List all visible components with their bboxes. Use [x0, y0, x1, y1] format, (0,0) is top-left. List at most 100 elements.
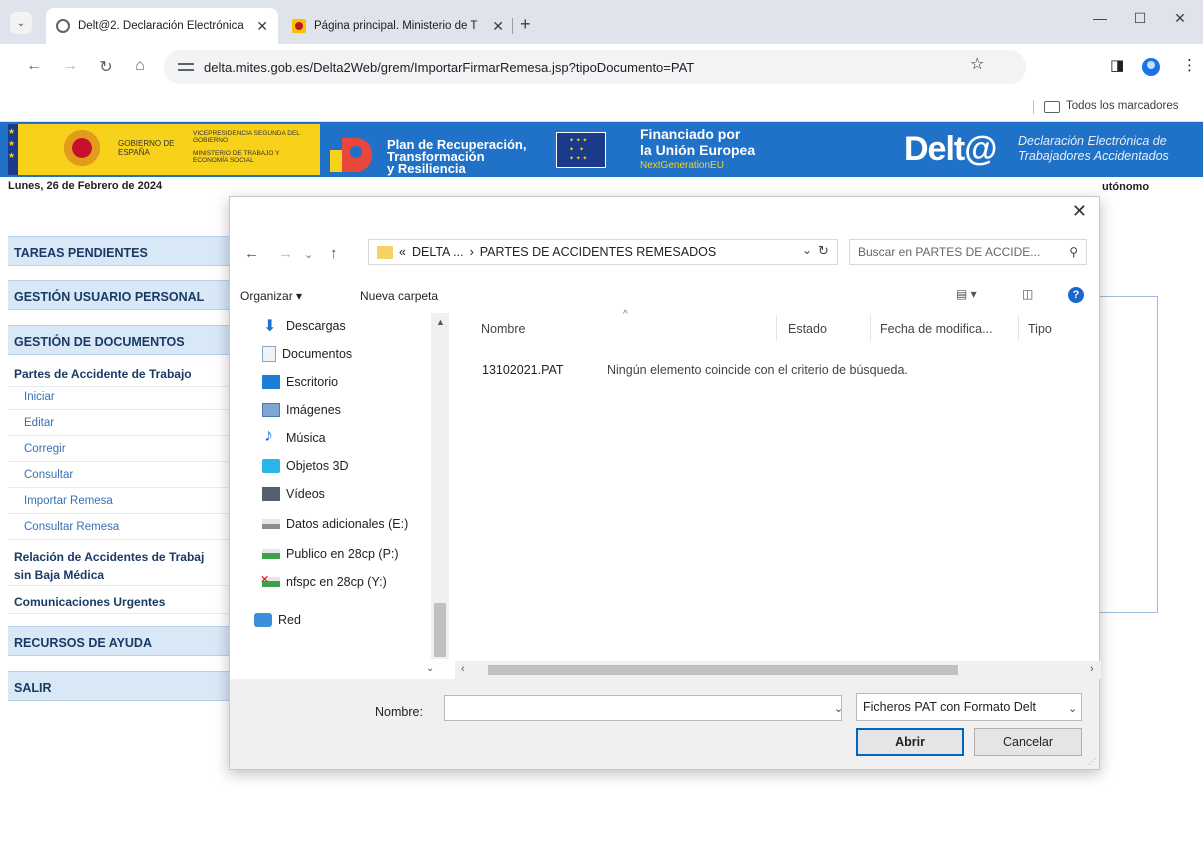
delta-logo: Delt@: [904, 130, 997, 168]
menu-comunicaciones-urgentes[interactable]: Comunicaciones Urgentes: [8, 590, 232, 614]
forward-button[interactable]: →: [58, 57, 82, 75]
menu-recursos-ayuda[interactable]: RECURSOS DE AYUDA: [8, 626, 232, 656]
ministry-favicon-icon: [292, 19, 306, 33]
folder-path-bar[interactable]: « DELTA ... › PARTES DE ACCIDENTES REMES…: [368, 239, 838, 265]
recent-locations-button[interactable]: ⌄: [304, 248, 313, 261]
menu-relacion-line-2: sin Baja Médica: [14, 568, 105, 582]
expand-chevron-icon[interactable]: ⌄: [426, 663, 434, 674]
column-nombre[interactable]: Nombre: [481, 322, 525, 336]
menu-gestion-usuario[interactable]: GESTIÓN USUARIO PERSONAL: [8, 280, 232, 310]
nav-publico[interactable]: Publico en 28cp (P:): [262, 543, 399, 565]
horizontal-scrollbar-thumb[interactable]: [488, 665, 958, 675]
close-tab-button[interactable]: ✕: [492, 18, 504, 35]
menu-corregir[interactable]: Corregir: [8, 440, 232, 462]
menu-gestion-documentos[interactable]: GESTIÓN DE DOCUMENTOS: [8, 325, 232, 355]
folder-icon: [1044, 101, 1060, 113]
kebab-menu-icon[interactable]: ⋮: [1182, 56, 1197, 74]
file-item[interactable]: 13102021.PAT: [482, 363, 564, 377]
nav-nfspc[interactable]: nfspc en 28cp (Y:): [260, 571, 387, 593]
view-options-icon[interactable]: ▤ ▾: [956, 287, 977, 301]
reload-button[interactable]: ↻: [94, 57, 118, 77]
site-settings-icon[interactable]: [178, 61, 194, 73]
eu-line-2: la Unión Europea: [640, 142, 756, 158]
preview-pane-icon[interactable]: ◫: [1022, 287, 1033, 301]
help-icon[interactable]: ?: [1068, 287, 1084, 303]
browser-toolbar: ← → ↻ ⌂ delta.mites.gob.es/Delta2Web/gre…: [0, 44, 1203, 92]
filename-input[interactable]: [444, 695, 842, 721]
refresh-icon[interactable]: ↻: [818, 243, 829, 259]
nav-escritorio[interactable]: Escritorio: [262, 371, 338, 393]
spain-flag-icon: [8, 124, 18, 175]
nav-label: Objetos 3D: [286, 459, 349, 473]
path-dropdown-icon[interactable]: ⌄: [802, 243, 812, 257]
cube-3d-icon: [262, 459, 280, 473]
scroll-right-icon[interactable]: ›: [1090, 663, 1094, 675]
ministerio-text: VICEPRESIDENCIA SEGUNDA DEL GOBIERNO MIN…: [193, 130, 313, 164]
menu-relacion-accidentes[interactable]: Relación de Accidentes de Trabaj sin Baj…: [8, 544, 232, 586]
cancel-button[interactable]: Cancelar: [974, 728, 1082, 756]
vicepresidencia-text: VICEPRESIDENCIA SEGUNDA DEL GOBIERNO: [193, 130, 300, 144]
nav-datos-adicionales[interactable]: Datos adicionales (E:): [262, 513, 408, 535]
menu-consultar[interactable]: Consultar: [8, 466, 232, 488]
side-panel-icon[interactable]: ◨: [1110, 56, 1124, 74]
back-button[interactable]: ←: [22, 57, 46, 75]
menu-editar[interactable]: Editar: [8, 414, 232, 436]
maximize-button[interactable]: ☐: [1120, 10, 1160, 27]
folder-search-input[interactable]: Buscar en PARTES DE ACCIDE... ⚲: [849, 239, 1087, 265]
home-button[interactable]: ⌂: [128, 57, 152, 75]
column-estado[interactable]: Estado: [788, 322, 827, 336]
profile-avatar[interactable]: [1142, 58, 1160, 76]
tab-search-button[interactable]: ⌄: [10, 12, 32, 34]
bookmark-star-icon[interactable]: ☆: [970, 54, 984, 74]
open-button[interactable]: Abrir: [856, 728, 964, 756]
search-icon: ⚲: [1069, 245, 1078, 259]
breadcrumb-separator: ›: [469, 245, 474, 259]
all-bookmarks-button[interactable]: Todos los marcadores: [1066, 100, 1179, 112]
menu-tareas-pendientes[interactable]: TAREAS PENDIENTES: [8, 236, 232, 266]
nav-imagenes[interactable]: Imágenes: [262, 399, 341, 421]
column-divider: [776, 315, 777, 341]
url-text: delta.mites.gob.es/Delta2Web/grem/Import…: [204, 59, 695, 75]
up-folder-button[interactable]: ↑: [330, 245, 338, 262]
resize-grip-icon[interactable]: ⋰: [1088, 757, 1096, 766]
organizar-button[interactable]: Organizar ▾: [240, 289, 302, 303]
close-tab-button[interactable]: ✕: [256, 18, 268, 35]
file-type-select[interactable]: Ficheros PAT con Formato Delt: [856, 693, 1082, 721]
browser-tab-strip: ⌄ Delt@2. Declaración Electrónica ✕ Pági…: [0, 0, 1203, 44]
menu-importar-remesa[interactable]: Importar Remesa: [8, 492, 232, 514]
scroll-left-icon[interactable]: ‹: [461, 663, 465, 675]
current-date: Lunes, 26 de Febrero de 2024: [8, 180, 163, 192]
menu-partes-accidente[interactable]: Partes de Accidente de Trabajo: [8, 363, 232, 387]
dialog-close-button[interactable]: ✕: [1072, 201, 1087, 222]
minimize-button[interactable]: —: [1080, 10, 1120, 26]
menu-iniciar[interactable]: Iniciar: [8, 388, 232, 410]
tab-delta[interactable]: Delt@2. Declaración Electrónica ✕: [46, 8, 278, 44]
breadcrumb-delta[interactable]: DELTA ...: [412, 245, 464, 259]
close-window-button[interactable]: ✕: [1160, 10, 1200, 27]
nav-musica[interactable]: Música: [262, 425, 326, 449]
plan-line-3: y Resiliencia: [387, 161, 466, 176]
eu-line-1: Financiado por: [640, 126, 741, 142]
nav-label: Vídeos: [286, 487, 325, 501]
address-bar[interactable]: delta.mites.gob.es/Delta2Web/grem/Import…: [164, 50, 1026, 84]
column-fecha[interactable]: Fecha de modifica...: [880, 322, 993, 336]
dialog-back-button[interactable]: ←: [244, 245, 259, 262]
tab-title: Página principal. Ministerio de T: [314, 20, 478, 32]
nueva-carpeta-button[interactable]: Nueva carpeta: [360, 289, 438, 303]
tab-ministerio[interactable]: Página principal. Ministerio de T ✕: [282, 8, 514, 44]
nav-scrollbar-thumb[interactable]: [434, 603, 446, 657]
scroll-up-icon[interactable]: ▲: [436, 317, 445, 327]
menu-salir[interactable]: SALIR: [8, 671, 232, 701]
nav-documentos[interactable]: Documentos: [262, 343, 352, 365]
menu-consultar-remesa[interactable]: Consultar Remesa: [8, 518, 232, 540]
nav-descargas[interactable]: Descargas: [262, 315, 346, 337]
filename-dropdown-icon[interactable]: ⌄: [834, 702, 843, 715]
dialog-forward-button[interactable]: →: [278, 245, 293, 262]
nav-objetos-3d[interactable]: Objetos 3D: [262, 455, 349, 477]
new-tab-button[interactable]: +: [520, 14, 531, 35]
file-type-dropdown-icon[interactable]: ⌄: [1068, 702, 1077, 715]
column-tipo[interactable]: Tipo: [1028, 322, 1052, 336]
breadcrumb-partes[interactable]: PARTES DE ACCIDENTES REMESADOS: [480, 245, 716, 259]
nav-red[interactable]: Red: [254, 609, 301, 631]
nav-videos[interactable]: Vídeos: [262, 483, 325, 505]
